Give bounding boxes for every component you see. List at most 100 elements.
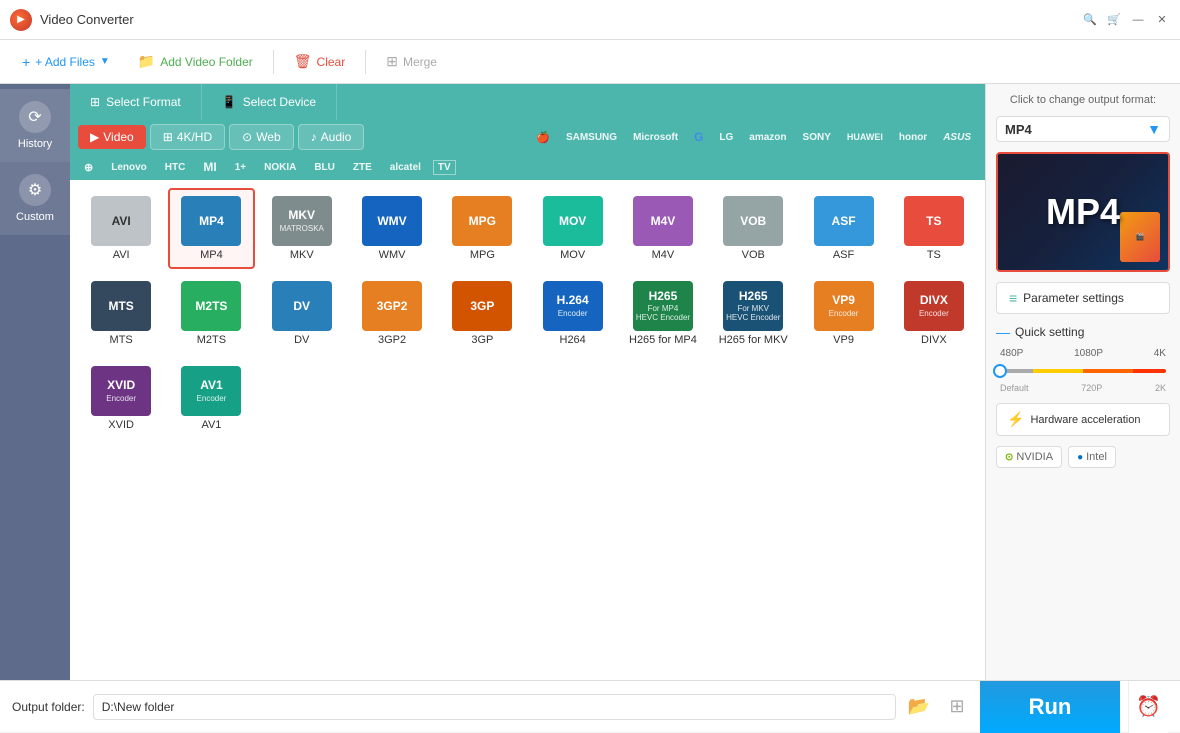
- select-format-tab[interactable]: ⊞ Select Format: [70, 84, 202, 120]
- hardware-acceleration-button[interactable]: ⚡ Hardware acceleration: [996, 403, 1170, 436]
- web-category-button[interactable]: ⊙ Web: [229, 124, 294, 150]
- format-item-divx[interactable]: DIVXEncoderDIVX: [891, 273, 977, 354]
- format-label-mpg: MPG: [470, 249, 495, 261]
- format-item-mp4[interactable]: MP4MP4: [168, 188, 254, 269]
- format-thumb-h264: H.264Encoder: [543, 281, 603, 331]
- format-item-mpg[interactable]: MPG MPG: [439, 188, 525, 269]
- format-item-vob[interactable]: VOBVOB: [710, 188, 796, 269]
- format-thumb-wmv: WMV: [362, 196, 422, 246]
- dropdown-arrow-icon[interactable]: ▼: [100, 56, 110, 67]
- format-item-m2ts[interactable]: M2TSM2TS: [168, 273, 254, 354]
- format-item-av1[interactable]: AV1EncoderAV1: [168, 358, 254, 439]
- selected-format-label: MP4: [1005, 122, 1032, 137]
- format-label-mts: MTS: [110, 334, 133, 346]
- plus-icon: +: [22, 54, 30, 70]
- htc-logo: HTC: [159, 160, 192, 175]
- alarm-button[interactable]: ⏰: [1128, 681, 1168, 733]
- format-item-wmv[interactable]: WMVWMV: [349, 188, 435, 269]
- right-panel: Click to change output format: MP4 ▼ MP4…: [985, 84, 1180, 680]
- format-thumb-dv: DV: [272, 281, 332, 331]
- add-files-button[interactable]: + + Add Files ▼: [10, 49, 122, 75]
- format-item-h265mp4[interactable]: H265For MP4 HEVC EncoderH265 for MP4: [620, 273, 706, 354]
- format-label-avi: AVI: [113, 249, 130, 261]
- format-label-3gp2: 3GP2: [378, 334, 406, 346]
- format-label-3gp: 3GP: [471, 334, 493, 346]
- run-button[interactable]: Run: [980, 681, 1120, 733]
- format-item-m4v[interactable]: M4VM4V: [620, 188, 706, 269]
- microsoft-logo: Microsoft: [627, 130, 684, 145]
- format-item-dv[interactable]: DV DV: [259, 273, 345, 354]
- format-item-xvid[interactable]: XVIDEncoder XVID: [78, 358, 164, 439]
- format-thumb-mts: MTS: [91, 281, 151, 331]
- minimize-btn[interactable]: —: [1130, 12, 1146, 28]
- sidebar-item-history[interactable]: ⟳ History: [0, 89, 70, 162]
- format-item-asf[interactable]: ASFASF: [800, 188, 886, 269]
- move-to-button[interactable]: ⊞: [942, 692, 972, 722]
- audio-category-button[interactable]: ♪ Audio: [298, 124, 365, 150]
- select-device-tab[interactable]: 📱 Select Device: [202, 84, 337, 120]
- format-header: ⊞ Select Format 📱 Select Device: [70, 84, 985, 120]
- preview-format-text: MP4: [1046, 191, 1120, 233]
- slider-thumb[interactable]: [993, 364, 1007, 378]
- clear-button[interactable]: 🗑 Clear: [282, 48, 357, 75]
- app-icon: ▶: [10, 9, 32, 31]
- 4k-category-button[interactable]: ⊞ 4K/HD: [150, 124, 225, 150]
- parameter-settings-button[interactable]: ≡ Parameter settings: [996, 282, 1170, 314]
- close-btn[interactable]: ✕: [1154, 12, 1170, 28]
- merge-icon: ⊞: [386, 53, 398, 70]
- app-title: Video Converter: [40, 12, 1082, 27]
- sidebar-item-custom[interactable]: ⚙ Custom: [0, 162, 70, 235]
- amazon-logo: amazon: [743, 130, 792, 145]
- format-selector[interactable]: MP4 ▼: [996, 116, 1170, 142]
- format-label-asf: ASF: [833, 249, 854, 261]
- format-item-mts[interactable]: MTS MTS: [78, 273, 164, 354]
- intel-button[interactable]: ● Intel: [1068, 446, 1116, 468]
- folder-path-input[interactable]: [93, 694, 896, 720]
- format-item-h265mkv[interactable]: H265For MKV HEVC EncoderH265 for MKV: [710, 273, 796, 354]
- format-item-3gp[interactable]: 3GP3GP: [439, 273, 525, 354]
- quality-bottom-labels: Default 720P 2K: [1000, 383, 1166, 393]
- quality-slider[interactable]: [1000, 361, 1166, 381]
- format-item-mkv[interactable]: MKVMATROSKAMKV: [259, 188, 345, 269]
- format-label-mkv: MKV: [290, 249, 314, 261]
- browse-folder-button[interactable]: 📂: [904, 692, 934, 722]
- lg-logo: LG: [713, 130, 739, 145]
- quality-slider-container: 480P 1080P 4K Default 720P 2K: [996, 348, 1170, 393]
- title-bar: ▶ Video Converter 🔍 🛒 — ✕: [0, 0, 1180, 40]
- format-item-mov[interactable]: MOVMOV: [530, 188, 616, 269]
- bottom-bar: Output folder: 📂 ⊞ Run ⏰: [0, 680, 1180, 732]
- nvidia-button[interactable]: ⊙ NVIDIA: [996, 446, 1062, 468]
- hw-accel-icon: ⚡: [1007, 411, 1024, 428]
- format-label-h264: H264: [560, 334, 586, 346]
- merge-button[interactable]: ⊞ Merge: [374, 48, 449, 75]
- format-thumb-mpg: MPG: [452, 196, 512, 246]
- format-thumb-xvid: XVIDEncoder: [91, 366, 151, 416]
- device-tab-icon: 📱: [222, 95, 237, 109]
- search-btn[interactable]: 🔍: [1082, 12, 1098, 28]
- format-label-dv: DV: [294, 334, 309, 346]
- format-tab-icon: ⊞: [90, 95, 100, 109]
- output-preview: MP4 🎬: [996, 152, 1170, 272]
- format-item-h264[interactable]: H.264Encoder H264: [530, 273, 616, 354]
- 4k-icon: ⊞: [163, 130, 173, 144]
- format-item-ts[interactable]: TSTS: [891, 188, 977, 269]
- output-label: Output folder:: [12, 700, 85, 714]
- format-item-3gp2[interactable]: 3GP23GP2: [349, 273, 435, 354]
- format-area: ⊞ Select Format 📱 Select Device ▶ Video …: [70, 84, 985, 680]
- add-folder-button[interactable]: 📁 Add Video Folder: [126, 48, 265, 75]
- nvidia-logo: ⊙: [1005, 452, 1013, 463]
- format-label-h265mp4: H265 for MP4: [629, 334, 697, 346]
- video-icon: ▶: [90, 130, 99, 144]
- left-sidebar: ⟳ History ⚙ Custom: [0, 84, 70, 680]
- format-item-vp9[interactable]: VP9EncoderVP9: [800, 273, 886, 354]
- web-icon: ⊙: [242, 130, 252, 144]
- format-item-avi[interactable]: AVIAVI: [78, 188, 164, 269]
- format-label-xvid: XVID: [108, 419, 134, 431]
- alcatel-logo: alcatel: [384, 160, 427, 175]
- format-label-av1: AV1: [201, 419, 221, 431]
- format-dropdown-icon[interactable]: ▼: [1147, 121, 1161, 137]
- motorola-logo: ⊕: [78, 159, 99, 176]
- honor-logo: honor: [893, 130, 933, 145]
- cart-btn[interactable]: 🛒: [1106, 12, 1122, 28]
- video-category-button[interactable]: ▶ Video: [78, 125, 146, 149]
